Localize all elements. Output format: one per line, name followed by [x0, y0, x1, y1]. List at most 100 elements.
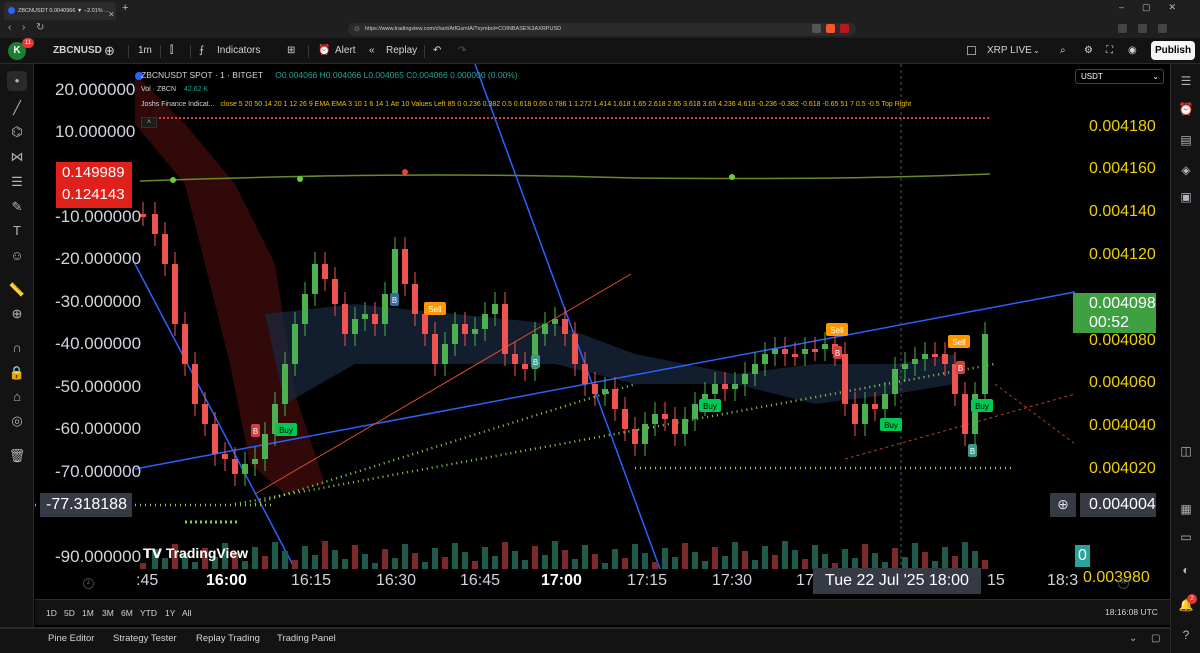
interval-selector[interactable]: 1m: [138, 38, 152, 64]
left-scale-tick: 20.000000: [55, 80, 136, 99]
lock-icon[interactable]: ⌂: [7, 387, 27, 407]
layers-icon[interactable]: ◈: [1177, 161, 1195, 179]
layout-name[interactable]: XRP LIVE: [987, 38, 1032, 64]
indicator-legend[interactable]: Joshs Finance Indicat... close 5 20 50 1…: [141, 101, 911, 108]
ruler-icon[interactable]: 📏: [7, 280, 27, 300]
range-button[interactable]: 1Y: [165, 600, 175, 626]
close-tab-icon[interactable]: ✕: [108, 6, 115, 20]
magnet-icon[interactable]: ∩: [7, 338, 27, 358]
symbol-search[interactable]: ZBCNUSD: [53, 38, 102, 64]
symbol-legend[interactable]: ZBCNUSDT SPOT · 1 · BITGET O0.004066 H0.…: [141, 70, 518, 80]
range-button[interactable]: 6M: [121, 600, 133, 626]
range-button[interactable]: 1M: [82, 600, 94, 626]
alert-clock-icon[interactable]: ⏰: [318, 38, 330, 64]
snapshot-camera-icon[interactable]: ◉: [1128, 38, 1137, 64]
brush-icon[interactable]: ✎: [7, 197, 27, 217]
collapse-legend-icon[interactable]: ˄: [141, 117, 157, 128]
ideas-icon[interactable]: ◫: [1177, 442, 1195, 460]
indicators-button[interactable]: Indicators: [217, 38, 260, 64]
signal-badge-label: B: [958, 364, 963, 373]
wallet-icon[interactable]: [1138, 24, 1147, 33]
ideas-stream-icon[interactable]: ◐: [1177, 561, 1195, 579]
undo-icon[interactable]: ↶: [433, 38, 441, 64]
publish-button[interactable]: Publish: [1151, 41, 1195, 60]
lock-drawings-icon[interactable]: 🔒: [7, 363, 27, 383]
trend-line-icon[interactable]: ╱: [7, 98, 27, 118]
candle-body: [722, 384, 728, 389]
compare-add-icon[interactable]: ⊕: [104, 38, 115, 64]
maximize-panel-icon[interactable]: ▢: [1151, 633, 1160, 644]
utc-clock[interactable]: 18:16:08 UTC: [1105, 607, 1158, 617]
bottom-panel-tab[interactable]: Trading Panel: [277, 633, 336, 644]
range-button[interactable]: All: [182, 600, 191, 626]
fib-tool-icon[interactable]: ⌬: [7, 122, 27, 142]
calendar-icon[interactable]: ▦: [1177, 500, 1195, 518]
window-controls[interactable]: –▢✕: [1119, 2, 1194, 13]
bottom-panel-tab[interactable]: Pine Editor: [48, 633, 94, 644]
range-button[interactable]: 3M: [102, 600, 114, 626]
range-button[interactable]: 1D: [46, 600, 57, 626]
trash-icon[interactable]: 🗑: [7, 446, 27, 466]
new-tab-icon[interactable]: +: [122, 2, 128, 14]
bottom-panel-tab[interactable]: Replay Trading: [196, 633, 260, 644]
text-tool-icon[interactable]: T: [7, 221, 27, 241]
quick-search-icon[interactable]: ⌕: [1060, 38, 1066, 64]
fullscreen-icon[interactable]: ⛶: [1106, 38, 1113, 64]
candle-body: [222, 454, 228, 459]
pattern-tool-icon[interactable]: ⋈: [7, 147, 27, 167]
volume-bar: [632, 544, 638, 569]
volume-legend[interactable]: Vol · ZBCN 42.62 K: [141, 86, 208, 93]
volume-bar: [872, 553, 878, 569]
forward-icon[interactable]: ›: [22, 22, 25, 33]
site-info-icon[interactable]: ⊙: [354, 23, 360, 36]
currency-select[interactable]: USDT ⌄: [1075, 69, 1164, 84]
range-button[interactable]: 5D: [64, 600, 75, 626]
crosshair-cursor-icon[interactable]: •: [7, 71, 27, 91]
candle-body: [192, 364, 198, 404]
extensions-icon[interactable]: [1118, 24, 1127, 33]
layout-dropdown-icon[interactable]: ⌄: [1033, 38, 1040, 64]
range-button[interactable]: YTD: [140, 600, 157, 626]
browser-tab[interactable]: ZBCNUSDT 0.0040966 ▼ −2.01% ... ✕: [4, 2, 116, 20]
chat-bubble-icon[interactable]: ▭: [1177, 528, 1195, 546]
reload-icon[interactable]: ↻: [36, 22, 44, 33]
back-icon[interactable]: ‹: [8, 22, 11, 33]
data-window-icon[interactable]: ▣: [1177, 188, 1195, 206]
settings-gear-icon[interactable]: ⚙: [1084, 38, 1093, 64]
signal-badge-label: Sell: [830, 326, 844, 335]
hide-drawings-eye-icon[interactable]: ◎: [7, 411, 27, 431]
watchlist-icon[interactable]: ☰: [1177, 72, 1195, 90]
toolbar-divider: [308, 45, 309, 58]
candle-body: [432, 334, 438, 364]
help-icon[interactable]: ?: [1177, 626, 1195, 644]
chart-type-candles-icon[interactable]: ⫿: [170, 38, 173, 64]
price-scale-tick: 0.004160: [1089, 160, 1156, 177]
bottom-panel-tab[interactable]: Strategy Tester: [113, 633, 177, 644]
redo-icon[interactable]: ↷: [458, 38, 466, 64]
volume-bar: [192, 562, 198, 569]
chart-pane[interactable]: Buy Buy Buy Buy Sell Sell Sell B B B B B B: [35, 64, 1170, 599]
brave-shield-icon[interactable]: [826, 24, 835, 33]
chat-icon[interactable]: ▤: [1177, 131, 1195, 149]
indicators-icon[interactable]: ⨍: [199, 38, 204, 64]
menu-icon[interactable]: [1158, 24, 1167, 33]
zoom-in-icon[interactable]: ⊕: [7, 304, 27, 324]
share-icon[interactable]: [812, 24, 821, 33]
rewards-icon[interactable]: [840, 24, 849, 33]
collapse-panel-icon[interactable]: ⌄: [1129, 633, 1137, 644]
alerts-clock-icon[interactable]: ⏰: [1177, 100, 1195, 118]
forecast-tool-icon[interactable]: ☰: [7, 172, 27, 192]
replay-icon[interactable]: «: [369, 38, 375, 64]
legend-title: ZBCNUSDT SPOT · 1 · BITGET: [141, 70, 263, 80]
scale-mode-icon[interactable]: z: [83, 578, 94, 589]
templates-icon[interactable]: ⊞: [287, 38, 295, 64]
add-alert-plus-button[interactable]: ⊕: [1050, 493, 1076, 517]
price-chart[interactable]: Buy Buy Buy Buy Sell Sell Sell B B B B B B: [35, 64, 1170, 599]
layout-checkbox-icon[interactable]: ☐: [966, 38, 977, 64]
auto-scale-icon[interactable]: A: [1118, 578, 1129, 589]
url-input[interactable]: ⊙ https://www.tradingview.com/chart/AtfG…: [348, 23, 856, 36]
alert-button[interactable]: Alert: [335, 38, 356, 64]
replay-button[interactable]: Replay: [386, 38, 417, 64]
candle-body: [332, 279, 338, 304]
emoji-icon[interactable]: ☺: [7, 246, 27, 266]
